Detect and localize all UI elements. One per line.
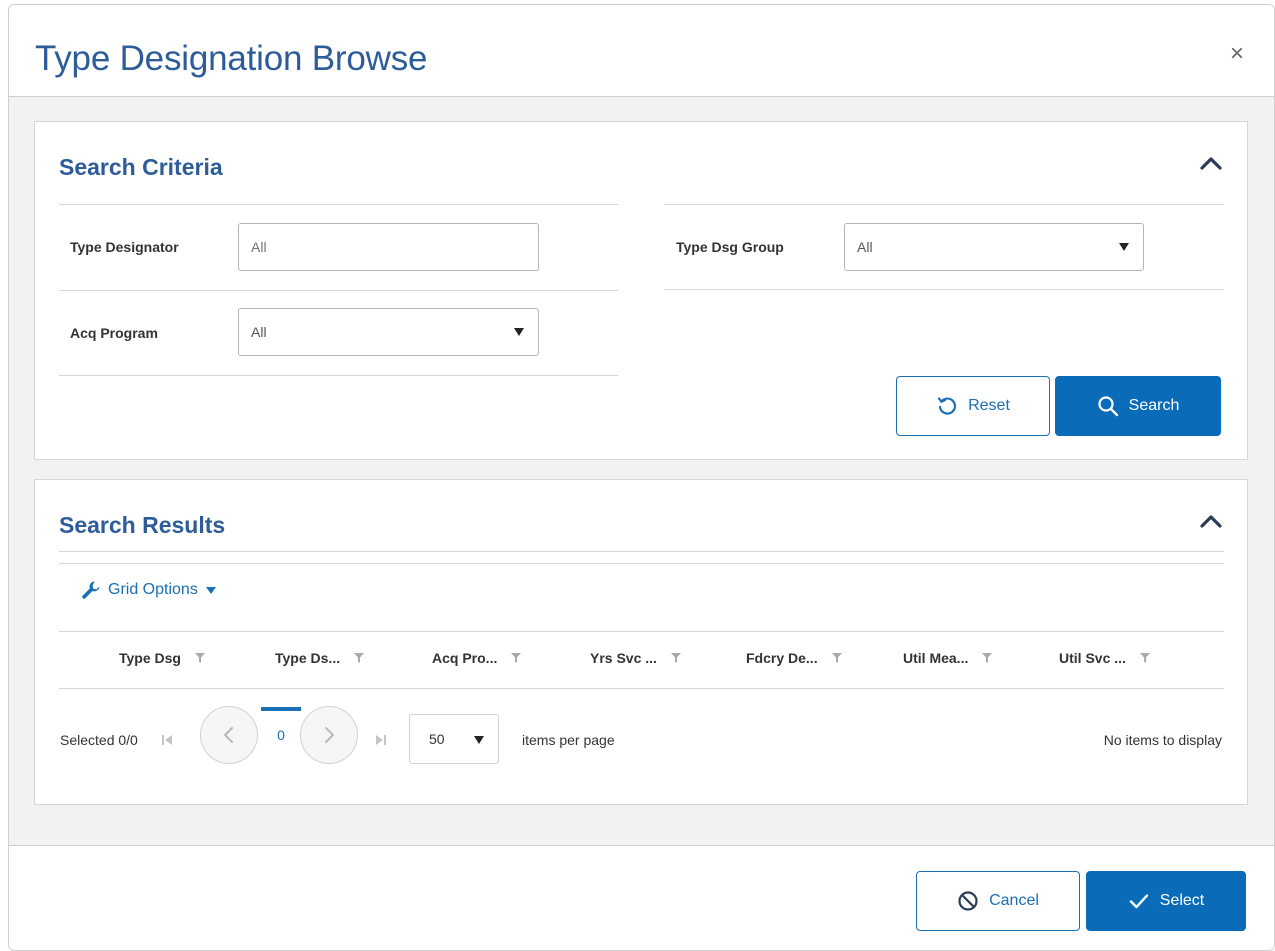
column-header-fdcry-de[interactable]: Fdcry De... — [746, 650, 842, 666]
divider — [59, 688, 1224, 689]
column-header-label: Util Mea... — [903, 650, 969, 666]
column-header-label: Fdcry De... — [746, 650, 818, 666]
filter-icon[interactable] — [194, 652, 205, 664]
search-icon — [1098, 396, 1118, 417]
divider — [664, 204, 1224, 205]
select-label: Select — [1159, 892, 1205, 909]
pager-status: No items to display — [1103, 732, 1222, 748]
page-size-select[interactable]: 50 — [409, 714, 499, 764]
acq-program-label: Acq Program — [70, 325, 158, 341]
column-header-label: Type Ds... — [275, 650, 341, 666]
type-dsg-group-label: Type Dsg Group — [676, 239, 784, 255]
dialog-footer — [9, 845, 1274, 950]
column-header-label: Acq Pro... — [432, 650, 498, 666]
first-page-icon[interactable] — [161, 734, 173, 746]
filter-icon[interactable] — [511, 652, 522, 664]
column-header-label: Util Svc ... — [1059, 650, 1126, 666]
reset-icon — [937, 397, 957, 415]
type-dsg-group-select[interactable]: All — [844, 223, 1144, 271]
type-dsg-group-value: All — [857, 239, 873, 255]
next-page-button[interactable] — [300, 706, 358, 764]
filter-icon[interactable] — [354, 652, 365, 664]
current-page-label: 0 — [277, 727, 285, 743]
reset-button[interactable]: Reset — [896, 376, 1050, 436]
divider — [59, 631, 1224, 632]
filter-icon[interactable] — [831, 652, 842, 664]
column-header-type-dsg[interactable]: Type Dsg — [119, 650, 205, 666]
prev-page-button[interactable] — [200, 706, 258, 764]
divider — [59, 563, 1224, 564]
next-page-icon — [325, 727, 334, 743]
filter-icon[interactable] — [1139, 652, 1150, 664]
dialog-title: Type Designation Browse — [35, 39, 428, 78]
search-criteria-title: Search Criteria — [59, 154, 223, 180]
column-header-type-dsg-group[interactable]: Type Ds... — [275, 650, 365, 666]
column-header-label: Yrs Svc ... — [590, 650, 657, 666]
divider — [664, 289, 1224, 290]
search-label: Search — [1128, 397, 1180, 414]
last-page-icon[interactable] — [375, 734, 387, 746]
search-button[interactable]: Search — [1055, 376, 1221, 436]
column-header-acq-program[interactable]: Acq Pro... — [432, 650, 522, 666]
divider — [59, 290, 618, 291]
column-header-yrs-svc[interactable]: Yrs Svc ... — [590, 650, 681, 666]
close-icon[interactable]: × — [1226, 42, 1248, 66]
prev-page-icon — [224, 727, 233, 743]
cancel-icon — [958, 891, 978, 911]
reset-label: Reset — [968, 397, 1010, 414]
column-header-label: Type Dsg — [119, 650, 181, 666]
cancel-button[interactable]: Cancel — [916, 871, 1080, 931]
grid-options-label: Grid Options — [108, 581, 198, 598]
select-button[interactable]: Select — [1086, 871, 1246, 931]
current-page[interactable]: 0 — [261, 707, 301, 763]
divider — [59, 551, 1224, 552]
type-designator-input[interactable] — [238, 223, 539, 271]
acq-program-value: All — [251, 324, 267, 340]
chevron-up-icon[interactable] — [1200, 514, 1222, 528]
acq-program-select[interactable]: All — [238, 308, 539, 356]
selected-count: Selected 0/0 — [60, 732, 138, 748]
grid-options-button[interactable]: Grid Options — [81, 580, 216, 600]
cancel-label: Cancel — [989, 892, 1039, 909]
page-size-value: 50 — [429, 731, 445, 747]
type-designation-browse-dialog: Type Designation Browse × Search Criteri… — [8, 4, 1275, 951]
chevron-down-icon — [1119, 243, 1129, 251]
wrench-icon — [82, 581, 100, 599]
search-results-title: Search Results — [59, 512, 226, 538]
filter-icon[interactable] — [670, 652, 681, 664]
items-per-page-label: items per page — [522, 732, 615, 748]
filter-icon[interactable] — [982, 652, 993, 664]
divider — [59, 375, 618, 376]
chevron-down-icon — [205, 586, 216, 594]
chevron-down-icon — [474, 736, 484, 744]
type-designator-label: Type Designator — [70, 239, 179, 255]
column-header-util-mea[interactable]: Util Mea... — [903, 650, 993, 666]
check-icon — [1129, 894, 1148, 909]
current-page-indicator — [261, 707, 301, 711]
dialog-header: Type Designation Browse × — [9, 5, 1274, 97]
chevron-down-icon — [514, 328, 524, 336]
column-header-util-svc[interactable]: Util Svc ... — [1059, 650, 1150, 666]
divider — [59, 204, 618, 205]
chevron-up-icon[interactable] — [1200, 156, 1222, 170]
